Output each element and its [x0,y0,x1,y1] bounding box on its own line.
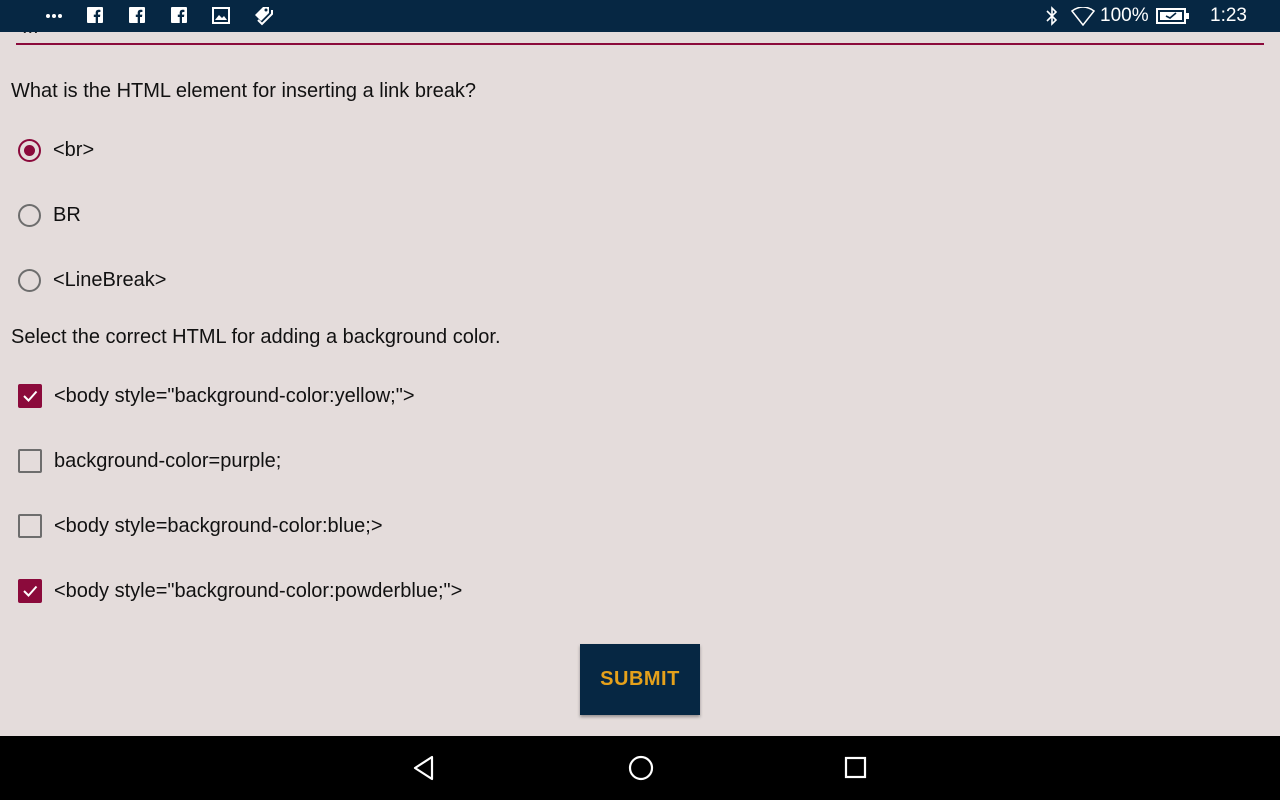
option-label: BR [53,203,81,226]
facebook-icon [87,7,103,23]
option-label: <br> [53,138,95,161]
facebook-icon [129,7,145,23]
checkbox[interactable] [18,384,42,408]
section-title: ... [22,32,39,39]
q2-option-2[interactable]: background-color=purple; [18,444,281,478]
back-icon[interactable] [410,753,440,783]
check-icon [23,585,38,597]
status-bar: 100% 1:23 [0,0,1280,32]
submit-button[interactable]: SUBMIT [580,644,700,715]
q2-option-4[interactable]: <body style="background-color:powderblue… [18,574,462,608]
home-icon[interactable] [626,753,656,783]
question-2-text: Select the correct HTML for adding a bac… [11,326,501,348]
battery-percent: 100% [1100,5,1149,26]
navigation-bar [0,736,1280,800]
recents-icon[interactable] [841,753,871,783]
option-label: background-color=purple; [54,449,282,472]
q2-option-1[interactable]: <body style="background-color:yellow;"> [18,379,415,413]
checkbox[interactable] [18,514,42,538]
option-label: <body style="background-color:powderblue… [54,579,463,602]
accent-divider [16,43,1264,45]
option-label: <LineBreak> [53,268,167,291]
wifi-icon [1071,7,1095,26]
quiz-content: ... What is the HTML element for inserti… [0,32,1280,736]
q1-option-2[interactable]: BR [18,198,81,232]
clock: 1:23 [1210,5,1247,26]
checkbox[interactable] [18,579,42,603]
radio-button[interactable] [18,203,41,227]
q2-option-3[interactable]: <body style=background-color:blue;> [18,509,383,543]
q1-option-3[interactable]: <LineBreak> [18,263,166,297]
option-label: <body style="background-color:yellow;"> [54,384,415,407]
battery-icon [1156,8,1189,24]
facebook-icon [171,7,187,23]
radio-button[interactable] [18,138,41,162]
check-icon [23,390,38,402]
option-label: <body style=background-color:blue;> [54,514,383,537]
question-1-text: What is the HTML element for inserting a… [11,80,477,102]
tag-icon [255,7,273,26]
bluetooth-icon [1046,6,1058,26]
image-icon [212,7,230,24]
checkbox[interactable] [18,449,42,473]
q1-option-1[interactable]: <br> [18,133,94,167]
more-dots-icon [46,14,62,18]
radio-button[interactable] [18,268,41,292]
